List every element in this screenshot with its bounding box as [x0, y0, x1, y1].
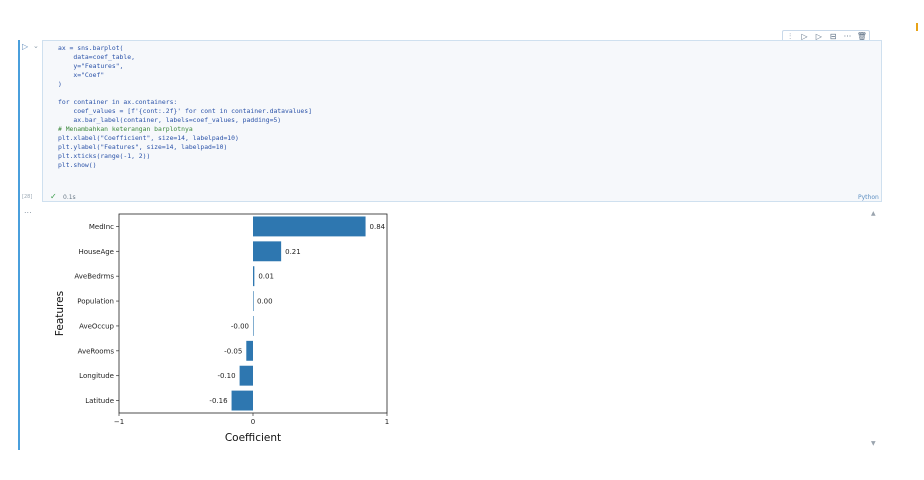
cell-modified-indicator [916, 23, 918, 31]
run-cell-icon[interactable]: ▷ [22, 42, 28, 51]
bar [253, 241, 282, 262]
code-line: plt.xlabel("Coefficient", size=14, label… [58, 134, 239, 142]
x-tick-label: −1 [114, 418, 124, 426]
scroll-up-icon[interactable]: ▲ [871, 210, 876, 217]
success-check-icon: ✓ [50, 192, 57, 201]
execution-time: 0.1s [63, 194, 76, 201]
y-axis-label: Features [54, 291, 66, 336]
data-label: 0.21 [285, 248, 301, 256]
data-label: -0.16 [209, 397, 228, 405]
y-tick-label: AveOccup [79, 322, 114, 330]
cell-focus-bar [18, 40, 20, 450]
data-label: 0.00 [257, 298, 273, 306]
y-tick-label: Latitude [85, 397, 114, 405]
y-tick-label: HouseAge [79, 248, 114, 256]
y-tick-label: AveBedrms [74, 273, 114, 281]
code-line: coef_values = [f'{cont:.2f}' for cont in… [58, 107, 312, 115]
code-line: ) [58, 80, 62, 88]
scroll-down-icon[interactable]: ▼ [871, 440, 876, 447]
bar [253, 291, 254, 312]
execution-count: [28] [22, 194, 33, 200]
bar [253, 216, 366, 237]
y-tick-label: Longitude [79, 372, 114, 380]
x-tick-label: 0 [251, 418, 255, 426]
bar [231, 390, 253, 411]
data-label: -0.00 [231, 322, 249, 330]
bar [239, 365, 253, 386]
code-line: ax = sns.barplot( [58, 44, 124, 52]
x-axis-label: Coefficient [225, 432, 281, 444]
code-line: y="Features", [58, 62, 124, 70]
bar [253, 266, 255, 287]
bar [253, 315, 254, 336]
code-line: for container in ax.containers: [58, 98, 178, 106]
data-label: 0.01 [258, 273, 274, 281]
code-content[interactable]: ax = sns.barplot( data=coef_table, y="Fe… [58, 44, 312, 170]
run-dropdown-icon[interactable]: ⌄ [33, 42, 39, 50]
output-menu-icon[interactable]: ... [24, 206, 32, 215]
y-tick-label: Population [77, 298, 114, 306]
data-label: -0.10 [217, 372, 235, 380]
y-tick-label: MedInc [89, 223, 114, 231]
code-line: # Menambahkan keterangan barplotnya [58, 125, 193, 133]
code-line: x="Coef" [58, 71, 105, 79]
code-line: plt.xticks(range(-1, 2)) [58, 152, 151, 160]
language-selector[interactable]: Python [858, 194, 879, 201]
bar-chart: MedInc 0.84 HouseAge 0.21 AveBedrms 0.01 Popul… [54, 213, 389, 444]
x-tick-label: 1 [385, 418, 389, 426]
data-label: -0.05 [224, 347, 242, 355]
code-line: ax.bar_label(container, labels=coef_valu… [58, 116, 282, 124]
bar [246, 340, 253, 361]
data-label: 0.84 [370, 223, 386, 231]
code-line: data=coef_table, [58, 53, 135, 61]
code-line: plt.show() [58, 161, 97, 169]
code-line: plt.ylabel("Features", size=14, labelpad… [58, 143, 228, 151]
y-tick-label: AveRooms [78, 347, 115, 355]
